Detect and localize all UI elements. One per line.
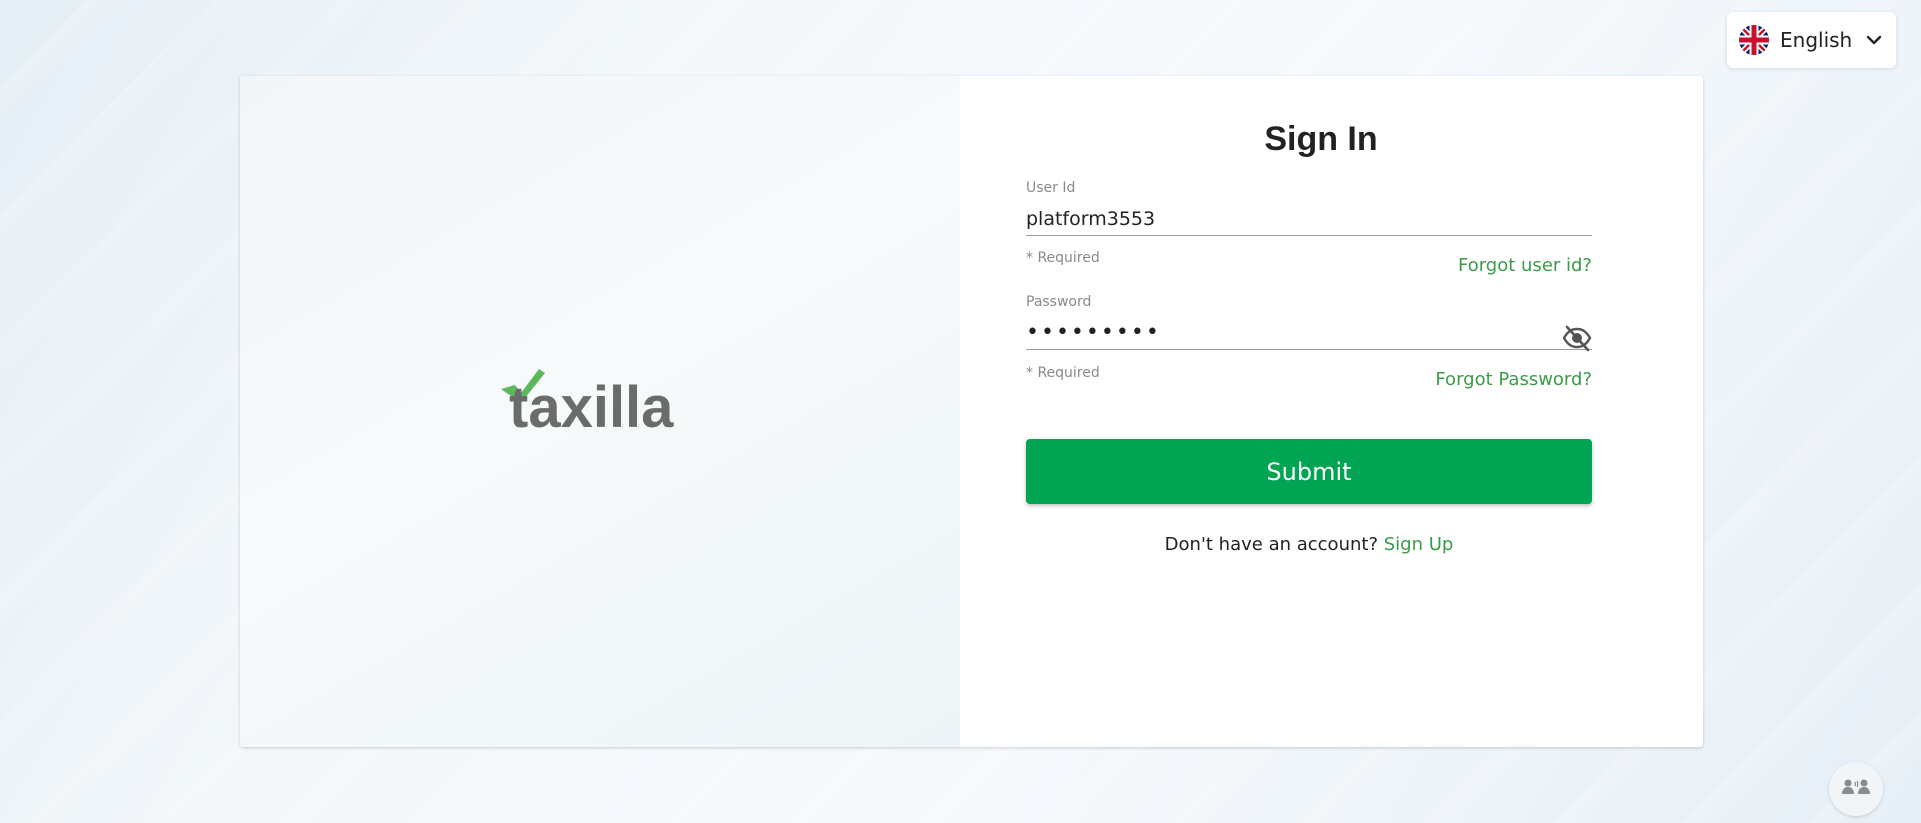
uk-flag-icon	[1739, 25, 1769, 55]
sign-up-link[interactable]: Sign Up	[1384, 534, 1454, 555]
user-id-required-hint: * Required	[1026, 250, 1100, 266]
chevron-down-icon	[1864, 30, 1884, 50]
brand-panel: taxilla	[240, 76, 960, 747]
signup-row: Don't have an account? Sign Up	[1026, 534, 1592, 555]
eye-off-icon[interactable]	[1562, 323, 1592, 353]
logo-wordmark: taxilla	[509, 375, 674, 433]
support-chat-icon	[1841, 778, 1871, 800]
sign-in-card: taxilla Sign In User Id * Required Forgo…	[240, 76, 1703, 747]
password-input[interactable]	[1026, 316, 1592, 350]
signup-prompt: Don't have an account?	[1164, 534, 1378, 555]
user-id-label: User Id	[1026, 180, 1076, 196]
language-label: English	[1780, 28, 1853, 52]
user-id-input[interactable]	[1026, 202, 1592, 236]
support-chat-button[interactable]	[1829, 762, 1883, 816]
password-required-hint: * Required	[1026, 365, 1100, 381]
taxilla-logo: taxilla	[499, 363, 704, 440]
forgot-user-id-link[interactable]: Forgot user id?	[1458, 255, 1592, 276]
submit-button[interactable]: Submit	[1026, 439, 1592, 504]
password-label: Password	[1026, 294, 1092, 310]
language-selector[interactable]: English	[1727, 12, 1896, 68]
forgot-password-link[interactable]: Forgot Password?	[1435, 369, 1592, 390]
page-title: Sign In	[1264, 120, 1378, 158]
